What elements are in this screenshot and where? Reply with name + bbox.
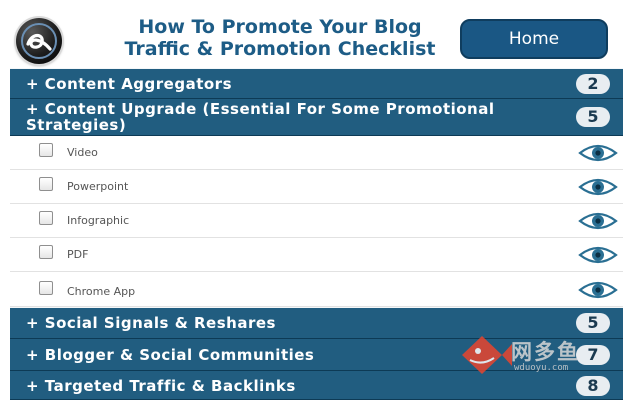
eye-icon[interactable] — [578, 211, 618, 231]
section-label: + Social Signals & Reshares — [26, 314, 276, 332]
checkbox[interactable] — [39, 281, 53, 295]
alpha-logo-icon[interactable] — [16, 18, 62, 64]
count-badge: 5 — [576, 107, 610, 127]
eye-icon[interactable] — [578, 280, 618, 300]
section-label: + Blogger & Social Communities — [26, 346, 315, 364]
section-content-aggregators[interactable]: + Content Aggregators 2 — [10, 69, 623, 99]
item-label: Infographic — [67, 214, 130, 227]
item-label: Chrome App — [67, 285, 136, 298]
list-item-video: Video — [10, 136, 623, 170]
item-label: Powerpoint — [67, 180, 129, 193]
list-item-powerpoint: Powerpoint — [10, 170, 623, 204]
checkbox[interactable] — [39, 211, 53, 225]
section-label: + Content Upgrade (Essential For Some Pr… — [26, 100, 495, 134]
eye-icon[interactable] — [578, 143, 618, 163]
eye-icon[interactable] — [578, 177, 618, 197]
checkbox[interactable] — [39, 177, 53, 191]
fish-logo-icon — [462, 336, 512, 374]
watermark-subtext: wduoyu.com — [514, 363, 569, 373]
item-label: PDF — [67, 248, 89, 261]
list-item-chrome-app: Chrome App — [10, 272, 623, 307]
section-label: + Targeted Traffic & Backlinks — [26, 377, 296, 395]
list-item-pdf: PDF — [10, 238, 623, 272]
watermark: 网多鱼 wduoyu.com — [456, 330, 606, 380]
home-button[interactable]: Home — [460, 19, 608, 59]
count-badge: 2 — [576, 74, 610, 94]
item-label: Video — [67, 146, 98, 159]
title-line-1: How To Promote Your Blog — [138, 16, 422, 38]
section-label: + Content Aggregators — [26, 75, 233, 93]
page-title: How To Promote Your Blog Traffic & Promo… — [96, 16, 464, 60]
eye-icon[interactable] — [578, 245, 618, 265]
title-line-2: Traffic & Promotion Checklist — [124, 38, 436, 60]
header: How To Promote Your Blog Traffic & Promo… — [0, 0, 640, 68]
section-content-upgrade[interactable]: + Content Upgrade (Essential For Some Pr… — [10, 99, 623, 136]
checkbox[interactable] — [39, 245, 53, 259]
checkbox[interactable] — [39, 143, 53, 157]
watermark-text: 网多鱼 — [511, 340, 580, 364]
list-item-infographic: Infographic — [10, 204, 623, 238]
